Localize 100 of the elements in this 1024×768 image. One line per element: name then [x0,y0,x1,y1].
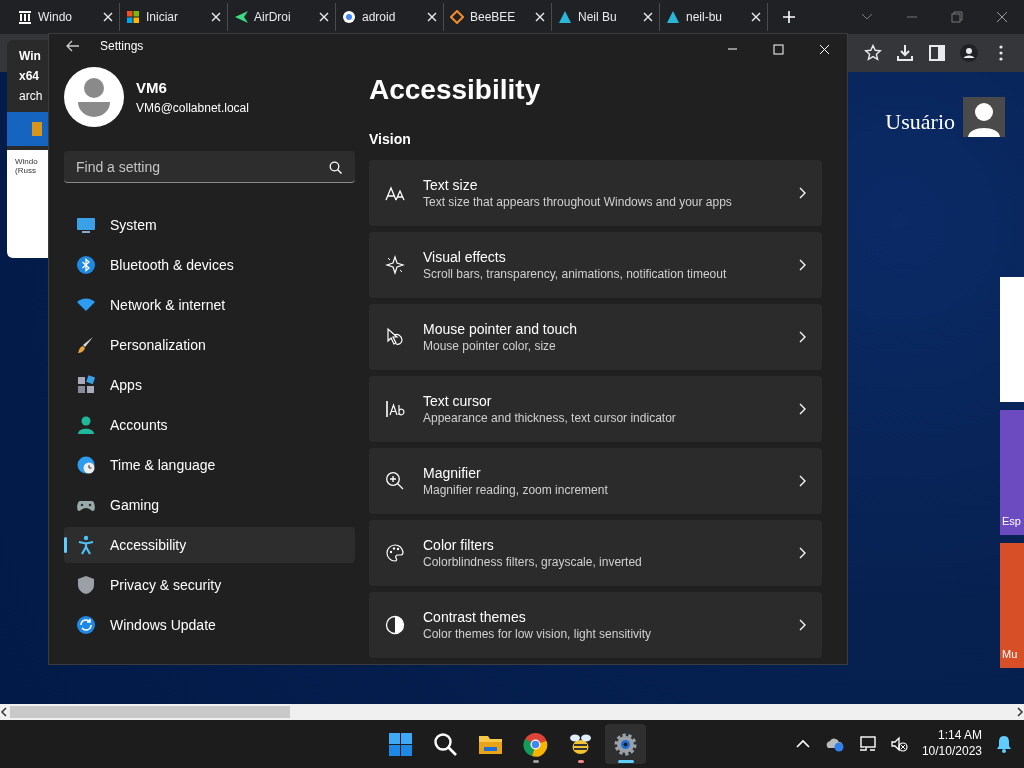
card-title: Contrast themes [423,608,527,626]
card-description: Text size that appears throughout Windows and your apps [423,194,733,210]
nav-item[interactable]: Personalization [64,327,355,363]
person-icon [76,415,96,435]
preview-doc-title: Windo [15,158,39,167]
shield-icon [76,575,96,595]
nav-item[interactable]: Apps [64,367,355,403]
back-arrow-icon[interactable] [66,39,80,52]
settings-card[interactable]: Mouse pointer and touch Mouse pointer color, size [369,304,822,370]
triangle-icon [558,10,572,24]
card-title: Text cursor [423,392,493,410]
browser-tab[interactable]: Neil Bu [552,3,660,31]
profile-icon[interactable] [960,44,978,62]
search-field[interactable]: Find a setting [64,151,355,183]
card-title: Color filters [423,536,495,554]
hand-pointer-icon [385,327,405,347]
chevron-right-icon [798,187,806,199]
preview-image [32,122,42,136]
preview-doc-subtitle: (Russ [15,166,37,176]
start-icon [388,731,413,757]
card-description: Scroll bars, transparency, animations, notification timeout [423,266,728,282]
browser-tab[interactable]: Windo [12,3,120,31]
apps-icon [76,375,96,395]
window-title: Settings [100,37,144,55]
settings-card[interactable]: Text cursor Appearance and thickness, text cursor indicator [369,376,822,442]
maximize-icon[interactable] [772,44,784,55]
browser-tab[interactable]: Iniciar [120,3,228,31]
chevron-right-icon [798,403,806,415]
nav-item[interactable]: Bluetooth & devices [64,247,355,283]
browser-tab[interactable]: adroid [336,3,444,31]
bell-icon[interactable] [996,735,1012,753]
nav-item[interactable]: Privacy & security [64,567,355,603]
brush-icon [76,335,96,355]
search-icon [329,161,342,174]
zoom-in-icon [385,471,405,491]
diamond-icon [450,10,464,24]
browser-tab[interactable]: neil-bu [660,3,768,31]
restore-icon[interactable] [950,11,963,23]
user-email: VM6@collabnet.local [136,100,249,118]
browser-tab[interactable]: AirDroi [228,3,336,31]
page-title: Accessibility [369,73,542,107]
speaker-muted-icon[interactable] [889,736,908,752]
columns-icon [18,10,32,24]
network-icon[interactable] [857,736,876,752]
chevron-up-icon[interactable] [795,739,810,749]
chevron-right-icon [798,619,806,631]
tile[interactable]: Esp [1000,410,1024,535]
settings-card[interactable]: Contrast themes Color themes for low vision, light sensitivity [369,592,822,658]
settings-card[interactable]: Color filters Colorblindness filters, grayscale, inverted [369,520,822,586]
nav-item[interactable]: System [64,207,355,243]
gear-taskbar-button[interactable] [605,724,646,764]
nav-item[interactable]: Network & internet [64,287,355,323]
sparkle-icon [385,255,405,275]
scroll-right-icon[interactable] [1016,707,1024,717]
user-label: Usuário [885,108,955,136]
bluetooth-icon [76,255,96,275]
download-icon[interactable] [896,44,914,62]
side-panel-icon[interactable] [928,44,946,62]
preview-text: arch [18,88,44,105]
browser-icon [523,731,548,757]
scroll-left-icon[interactable] [0,707,8,717]
nav-item[interactable]: Accessibility [64,527,355,563]
card-title: Magnifier [423,464,482,482]
settings-card[interactable]: Visual effects Scroll bars, transparency, animations, notification timeout [369,232,822,298]
card-description: Colorblindness filters, grayscale, inverted [423,554,643,570]
search-icon [433,731,458,757]
settings-card[interactable]: Text size Text size that appears throughout Windows and your apps [369,160,822,226]
chevron-right-icon [798,331,806,343]
settings-card[interactable]: Magnifier Magnifier reading, zoom increment [369,448,822,514]
clock-globe-icon [76,455,96,475]
preview-text: Win [18,48,42,65]
preview-text: x64 [18,68,41,85]
card-title: Text size [423,176,479,194]
monitor-icon [76,215,96,235]
nav-item[interactable]: Accounts [64,407,355,443]
chevron-right-icon [798,547,806,559]
nav-item[interactable]: Gaming [64,487,355,523]
star-icon[interactable] [864,44,882,62]
gear-icon [613,731,638,757]
card-description: Magnifier reading, zoom increment [423,482,609,498]
close-icon[interactable] [995,11,1008,23]
card-description: Appearance and thickness, text cursor indicator [423,410,677,426]
accessibility-icon [76,535,96,555]
circle-icon [342,10,356,24]
clock-time: 1:14 AM [936,728,982,744]
palette-icon [385,543,405,563]
text-cursor-icon [385,399,405,419]
nav-item[interactable]: Windows Update [64,607,355,643]
refresh-icon [76,615,96,635]
card-title: Visual effects [423,248,507,266]
card-title: Mouse pointer and touch [423,320,579,338]
user-icon [963,96,1005,137]
tile[interactable]: Mu [1000,543,1024,668]
contrast-icon [385,615,405,635]
avatar [64,67,124,127]
section-heading: Vision [369,130,412,149]
chevron-right-icon [798,259,806,271]
plus-icon[interactable] [782,10,796,24]
browser-tab[interactable]: BeeBEE [444,3,552,31]
nav-item[interactable]: Time & language [64,447,355,483]
